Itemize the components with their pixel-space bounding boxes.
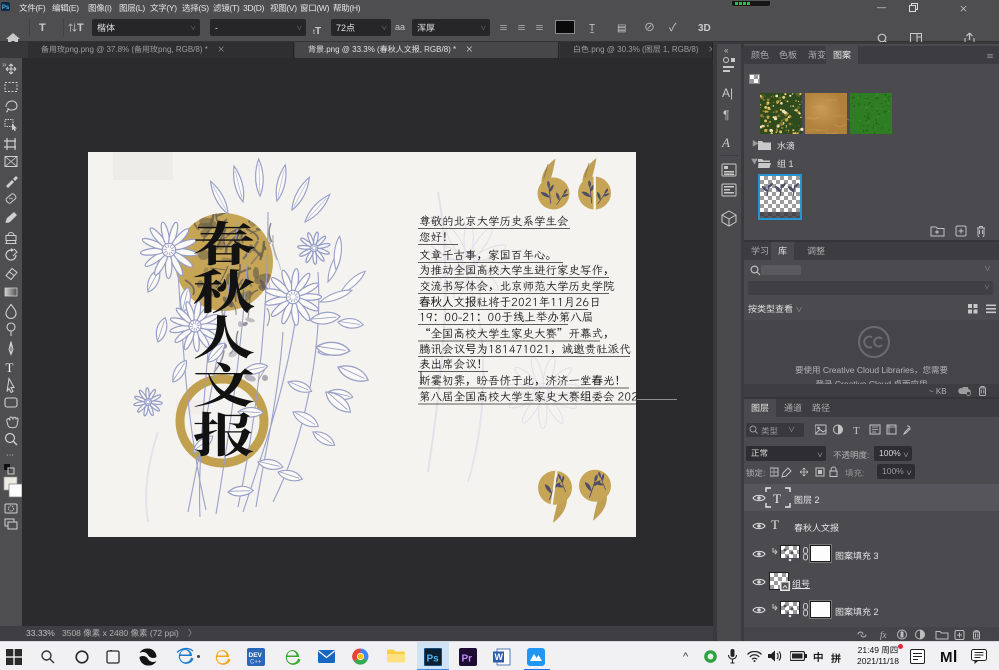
svg-text:尊敬的北京大学历史系学生会: 尊敬的北京大学历史系学生会 — [419, 214, 569, 229]
svg-text:A|: A| — [722, 84, 733, 101]
svg-text:A: A — [721, 135, 730, 150]
svg-text:¶: ¶ — [723, 106, 729, 123]
svg-text:W: W — [495, 652, 504, 662]
svg-text:«: « — [724, 45, 729, 56]
svg-text:C++: C++ — [250, 660, 262, 666]
svg-text:表出席会议！: 表出席会议！ — [419, 357, 488, 372]
svg-text:DEV: DEV — [249, 652, 263, 659]
svg-text:M: M — [940, 649, 953, 664]
svg-text:第八届全国高校大学生家史大赛组委会 202: 第八届全国高校大学生家史大赛组委会 202 — [419, 390, 636, 405]
svg-text:Ps: Ps — [427, 654, 440, 665]
svg-text:文章千古事，家国百年心。: 文章千古事，家国百年心。 — [419, 248, 557, 263]
svg-text:交流书写体会，北京师范大学历史学院: 交流书写体会，北京师范大学历史学院 — [419, 279, 615, 294]
svg-text:fx: fx — [880, 630, 887, 640]
svg-text:⋯: ⋯ — [6, 450, 14, 461]
svg-text:报: 报 — [193, 397, 256, 465]
svg-text:19：00-21：00于线上举办第八届: 19：00-21：00于线上举办第八届 — [419, 310, 593, 325]
svg-text:T: T — [773, 491, 781, 506]
svg-text:斯霎初霁，盼吾侪于此，济济一堂春光！: 斯霎初霁，盼吾侪于此，济济一堂春光！ — [419, 374, 626, 389]
svg-text:Pr: Pr — [462, 654, 473, 665]
svg-text:春秋人文报社将于2021年11月26日: 春秋人文报社将于2021年11月26日 — [419, 295, 601, 310]
svg-text:为推动全国高校大学生进行家史写作，: 为推动全国高校大学生进行家史写作， — [419, 263, 615, 278]
svg-text:“全国高校大学生家史大赛”开幕式，: “全国高校大学生家史大赛”开幕式， — [419, 327, 615, 342]
svg-text:您好！: 您好！ — [419, 230, 454, 245]
svg-text:T: T — [853, 425, 860, 436]
svg-text:T: T — [6, 360, 14, 375]
svg-text:腾讯会议号为181471021，诚邀贵社派代: 腾讯会议号为181471021，诚邀贵社派代 — [419, 342, 631, 357]
